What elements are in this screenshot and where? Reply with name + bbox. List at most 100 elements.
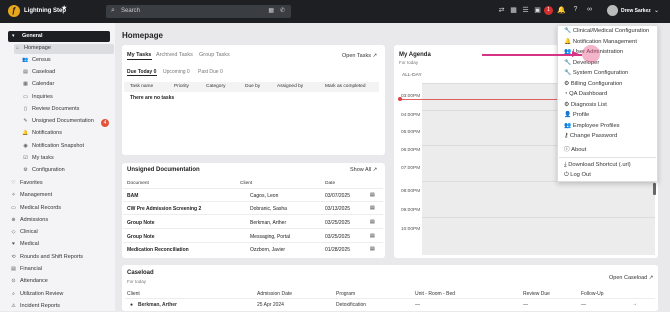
menu-item-diagnosis-list[interactable]: ⚙ Diagnosis List <box>564 102 607 108</box>
sidebar-group-utilization-review[interactable]: ⌕ Utilization Review <box>10 290 110 300</box>
sidebar-group-medical[interactable]: ♥ Medical <box>10 240 110 250</box>
sign-icon[interactable]: ▤ <box>370 233 375 239</box>
table-row-document[interactable]: BAM <box>127 193 138 199</box>
open-tasks-link[interactable]: Open Tasks ↗ <box>342 53 377 59</box>
caseload-program: Detoxification <box>336 302 367 308</box>
menu-item-about[interactable]: ⓘ About <box>564 144 586 153</box>
caseload-client[interactable]: Berkman, Arther <box>138 302 177 308</box>
menu-item-profile[interactable]: 👤 Profile <box>564 112 589 118</box>
sidebar-item-inquiries[interactable]: ▭ Inquiries <box>22 93 122 103</box>
sidebar-group-attendance[interactable]: ⊙ Attendance <box>10 277 110 287</box>
menu-item-change-password[interactable]: ⚷ Change Password <box>564 133 617 139</box>
favorite-star-icon[interactable]: ★ <box>61 4 67 12</box>
avatar[interactable] <box>607 5 618 16</box>
user-name[interactable]: Drew Sarkez <box>621 8 651 14</box>
menu-item-clinical-config[interactable]: 🔧 Clinical/Medical Configuration <box>564 28 649 34</box>
calendar-icon[interactable]: ▦ <box>268 7 274 14</box>
sign-icon[interactable]: ▤ <box>370 246 375 252</box>
sign-icon[interactable]: ▤ <box>370 205 375 211</box>
sidebar-group-favorites[interactable]: ♡ Favorites <box>10 179 110 189</box>
sidebar-group-medical-records[interactable]: ▭ Medical Records <box>10 204 110 214</box>
app-name: Lightning Step <box>24 8 66 14</box>
tab-archived-tasks[interactable]: Archived Tasks <box>156 52 193 58</box>
table-row-date: 03/25/2025 <box>325 220 351 226</box>
sidebar-item-configuration[interactable]: ⚙ Configuration <box>22 166 122 176</box>
sidebar-item-notifications[interactable]: 🔔 Notifications <box>22 129 122 139</box>
sidebar-group-rounds[interactable]: ⟲ Rounds and Shift Reports <box>10 253 110 263</box>
caseload-title: Caseload <box>127 270 154 276</box>
col-due-by[interactable]: Due by <box>245 84 260 89</box>
menu-item-log-out[interactable]: ⏻ Log Out <box>564 172 591 179</box>
cog-icon: ⚙ <box>23 167 28 173</box>
help-icon[interactable]: ? <box>571 6 580 13</box>
open-caseload-link[interactable]: Open Caseload ↗ <box>609 275 653 281</box>
col-mark-completed: Mark as completed <box>325 84 366 89</box>
tab-my-tasks[interactable]: My Tasks <box>127 52 151 58</box>
agenda-scrollbar[interactable] <box>653 183 656 195</box>
sign-icon[interactable]: ▤ <box>370 192 375 198</box>
divider <box>422 217 655 218</box>
warning-icon: ⚠ <box>11 303 16 309</box>
sidebar-item-review-documents[interactable]: ▯ Review Documents <box>22 105 122 115</box>
col-review-due[interactable]: Review Due <box>523 291 550 297</box>
menu-item-download-shortcut[interactable]: ⤓ Download Shortcut (.url) <box>564 162 631 169</box>
external-link-icon: ↗ <box>648 275 654 281</box>
notification-count-badge[interactable]: 1 <box>544 6 553 15</box>
col-admission-date[interactable]: Admission Date <box>257 291 292 297</box>
col-assigned-by[interactable]: Assigned by <box>277 84 303 89</box>
tab-group-tasks[interactable]: Group Tasks <box>199 52 230 58</box>
sign-icon[interactable]: ▤ <box>370 219 375 225</box>
table-row-document[interactable]: CW Pre Admission Screening 2 <box>127 206 201 212</box>
list-icon[interactable]: ☰ <box>521 6 530 14</box>
show-all-link[interactable]: Show All ↗ <box>350 167 377 173</box>
col-category[interactable]: Category <box>206 84 225 89</box>
bell-icon[interactable]: 🔔 <box>557 6 566 14</box>
agenda-time: 10:00PM <box>401 227 421 232</box>
col-client[interactable]: Client <box>240 181 252 186</box>
col-program[interactable]: Program <box>336 291 355 297</box>
menu-item-billing-configuration[interactable]: ⚙ Billing Configuration <box>564 81 622 87</box>
menu-item-employee-profiles[interactable]: 👥 Employee Profiles <box>564 123 620 129</box>
menu-item-notification-management[interactable]: 🔔 Notification Management <box>564 39 637 45</box>
sidebar-group-admissions[interactable]: ⊕ Admissions <box>10 216 110 226</box>
sidebar-section-general[interactable]: ▾ General <box>8 31 110 42</box>
search-bar[interactable]: ⌕ Search ▦ ✆ <box>106 5 291 18</box>
col-priority[interactable]: Priority <box>174 84 189 89</box>
sidebar-group-financial[interactable]: ▤ Financial <box>10 265 110 275</box>
chevron-down-icon[interactable]: ⌄ <box>654 7 659 14</box>
arrow-right-icon[interactable]: → <box>632 301 637 307</box>
calendar-grid-icon[interactable]: ▦ <box>509 6 518 14</box>
menu-item-system-configuration[interactable]: 🔧 System Configuration <box>564 70 628 76</box>
table-row-document[interactable]: Group Note <box>127 220 155 226</box>
col-date[interactable]: Date <box>325 181 335 186</box>
app-logo[interactable]: ƒ <box>8 5 20 17</box>
col-unit-room-bed[interactable]: Unit - Room - Bed <box>415 291 455 297</box>
link-icon[interactable]: ∞ <box>585 6 594 13</box>
phone-icon[interactable]: ✆ <box>280 7 285 14</box>
table-row-document[interactable]: Group Note <box>127 234 155 240</box>
col-document[interactable]: Document <box>127 181 149 186</box>
sidebar-item-my-tasks[interactable]: ☑ My tasks <box>22 154 122 164</box>
financial-icon: ▤ <box>11 266 16 272</box>
sidebar-item-caseload[interactable]: ▤ Caseload <box>22 68 122 78</box>
menu-item-qa-dashboard[interactable]: ◔ QA Dashboard <box>564 91 607 97</box>
sidebar-group-management[interactable]: ✧ Management <box>10 191 110 201</box>
col-task-name[interactable]: Task name <box>130 84 153 89</box>
sidebar-item-calendar[interactable]: ▦ Calendar <box>22 80 122 90</box>
key-icon: ⚷ <box>564 133 569 139</box>
sidebar-item-notification-snapshot[interactable]: ◉ Notification Snapshot <box>22 142 122 152</box>
sidebar-item-census[interactable]: 👥 Census <box>22 56 122 66</box>
filter-past-due[interactable]: Past Due 0 <box>198 69 223 75</box>
sidebar-group-clinical[interactable]: ◇ Clinical <box>10 228 110 238</box>
page-title: Homepage <box>122 31 163 40</box>
search-input[interactable]: Search <box>121 8 140 14</box>
unsigned-title: Unsigned Documentation <box>127 167 200 173</box>
col-client[interactable]: Client <box>127 291 140 297</box>
caseload-admission: 25 Apr 2024 <box>257 302 284 308</box>
col-follow-up[interactable]: Follow-Up <box>581 291 604 297</box>
filter-upcoming[interactable]: Upcoming 0 <box>163 69 190 75</box>
sidebar-item-homepage[interactable]: ⌂ Homepage <box>14 44 114 54</box>
chat-icon[interactable]: ▣ <box>533 6 542 14</box>
table-row-document[interactable]: Medication Reconciliation <box>127 247 189 253</box>
arrows-icon[interactable]: ⇄ <box>497 6 506 14</box>
